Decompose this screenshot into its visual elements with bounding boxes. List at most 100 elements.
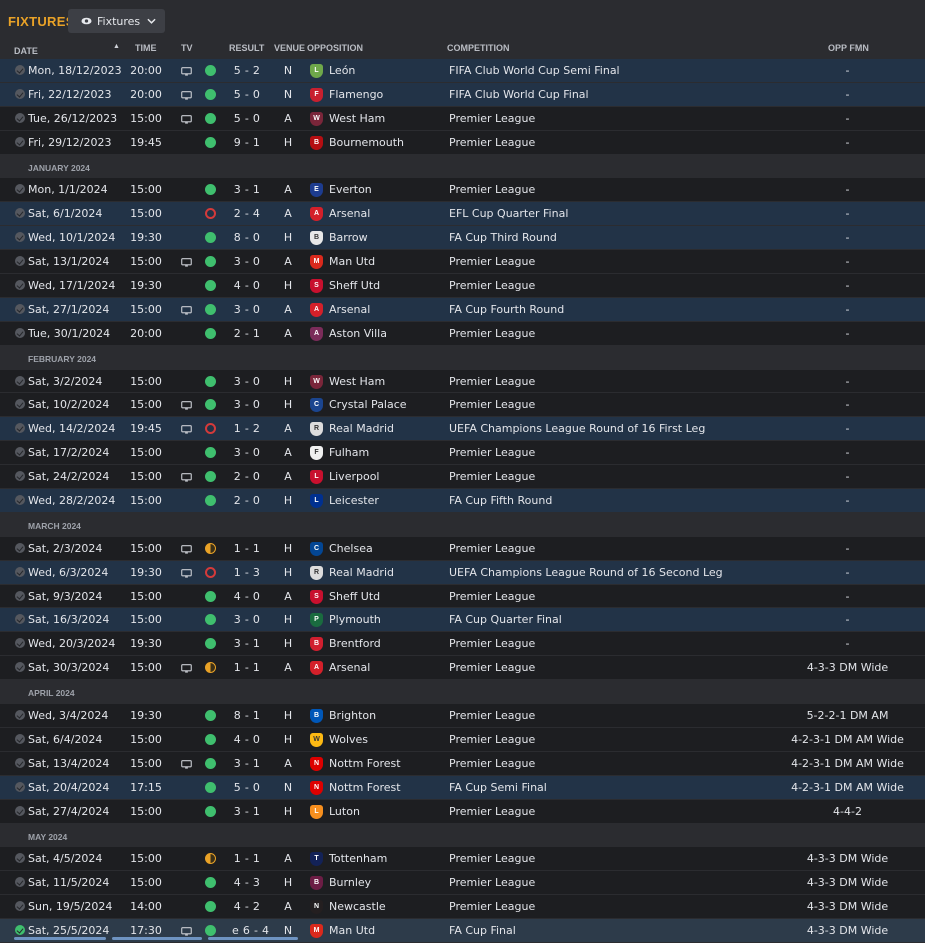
fixture-competition[interactable]: Premier League (449, 709, 535, 722)
fixture-result[interactable]: 2 - 0 (232, 470, 262, 483)
fixture-opposition[interactable]: Leicester (329, 494, 379, 507)
fixture-opposition[interactable]: Arsenal (329, 303, 370, 316)
fixture-row[interactable]: Sat, 13/4/2024 15:00 3 - 1 A N Nottm Forest Pr… (0, 751, 925, 776)
fixture-result[interactable]: 3 - 0 (232, 446, 262, 459)
fixture-row[interactable]: Sat, 11/5/2024 15:00 4 - 3 H B Burnley Premier… (0, 871, 925, 896)
fixture-result[interactable]: 4 - 0 (232, 590, 262, 603)
fixture-opposition[interactable]: Everton (329, 183, 372, 196)
fixture-result[interactable]: 9 - 1 (232, 136, 262, 149)
fixture-competition[interactable]: Premier League (449, 661, 535, 674)
fixture-result[interactable]: 4 - 0 (232, 279, 262, 292)
fixture-row[interactable]: Wed, 3/4/2024 19:30 8 - 1 H B Brighton Premier… (0, 704, 925, 728)
fixture-row[interactable]: Sat, 30/3/2024 15:00 1 - 1 A A Arsenal Premier… (0, 656, 925, 681)
fixture-row[interactable]: Sat, 6/4/2024 15:00 4 - 0 H W Wolves Premier L… (0, 727, 925, 752)
fixture-result[interactable]: 3 - 0 (232, 613, 262, 626)
fixture-result[interactable]: 1 - 1 (232, 852, 262, 865)
fixture-competition[interactable]: Premier League (449, 805, 535, 818)
fixture-result[interactable]: 1 - 3 (232, 566, 262, 579)
fixture-competition[interactable]: Premier League (449, 852, 535, 865)
fixture-row[interactable]: Sat, 27/1/2024 15:00 3 - 0 A A Arsenal FA Cup … (0, 297, 925, 322)
column-header-opp-fmn[interactable]: OPP FMN (828, 43, 869, 53)
fixture-row[interactable]: Wed, 10/1/2024 19:30 8 - 0 H B Barrow FA Cup T… (0, 226, 925, 251)
column-header-opposition[interactable]: OPPOSITION (307, 43, 363, 53)
fixture-result[interactable]: 1 - 1 (232, 661, 262, 674)
fixture-result[interactable]: 1 - 2 (232, 422, 262, 435)
fixture-result[interactable]: 5 - 2 (232, 64, 262, 77)
fixture-row[interactable]: Sat, 20/4/2024 17:15 5 - 0 N N Nottm Forest FA… (0, 775, 925, 800)
fixture-result[interactable]: 8 - 0 (232, 231, 262, 244)
fixture-result[interactable]: 3 - 1 (232, 757, 262, 770)
fixture-opposition[interactable]: Man Utd (329, 924, 375, 937)
fixture-competition[interactable]: FA Cup Fourth Round (449, 303, 564, 316)
fixture-result[interactable]: 2 - 1 (232, 327, 262, 340)
view-dropdown[interactable]: Fixtures (68, 9, 165, 33)
fixture-competition[interactable]: FA Cup Final (449, 924, 516, 937)
fixture-competition[interactable]: Premier League (449, 757, 535, 770)
fixture-result[interactable]: 8 - 1 (232, 709, 262, 722)
fixture-opposition[interactable]: Plymouth (329, 613, 381, 626)
fixture-opposition[interactable]: Sheff Utd (329, 590, 380, 603)
fixture-result[interactable]: e 6 - 4 (232, 924, 269, 937)
fixture-row[interactable]: Wed, 28/2/2024 15:00 2 - 0 H L Leicester FA Cu… (0, 489, 925, 513)
fixture-result[interactable]: 3 - 1 (232, 183, 262, 196)
fixture-row[interactable]: Sat, 13/1/2024 15:00 3 - 0 A M Man Utd Premier… (0, 250, 925, 275)
fixture-competition[interactable]: Premier League (449, 876, 535, 889)
column-header-competition[interactable]: COMPETITION (447, 43, 510, 53)
fixture-competition[interactable]: Premier League (449, 900, 535, 913)
fixture-row[interactable]: Wed, 6/3/2024 19:30 1 - 3 H R Real Madrid UEFA… (0, 560, 925, 585)
fixture-competition[interactable]: Premier League (449, 279, 535, 292)
fixture-competition[interactable]: Premier League (449, 446, 535, 459)
fixture-opposition[interactable]: Real Madrid (329, 566, 394, 579)
fixture-opposition[interactable]: León (329, 64, 355, 77)
fixture-opposition[interactable]: Luton (329, 805, 360, 818)
fixture-competition[interactable]: Premier League (449, 183, 535, 196)
fixture-opposition[interactable]: Tottenham (329, 852, 387, 865)
fixture-competition[interactable]: Premier League (449, 733, 535, 746)
fixture-row[interactable]: Sat, 6/1/2024 15:00 2 - 4 A A Arsenal EFL Cup … (0, 202, 925, 227)
fixture-competition[interactable]: Premier League (449, 375, 535, 388)
column-header-tv[interactable]: TV (181, 43, 193, 53)
fixture-opposition[interactable]: Crystal Palace (329, 398, 407, 411)
fixture-row[interactable]: Mon, 18/12/2023 20:00 5 - 2 N L León FIFA Club… (0, 59, 925, 83)
fixture-row[interactable]: Fri, 22/12/2023 20:00 5 - 0 N F Flamengo FIFA … (0, 82, 925, 107)
fixture-opposition[interactable]: Brighton (329, 709, 376, 722)
fixture-row[interactable]: Wed, 20/3/2024 19:30 3 - 1 H B Brentford Premi… (0, 632, 925, 657)
fixture-competition[interactable]: Premier League (449, 112, 535, 125)
fixture-opposition[interactable]: Wolves (329, 733, 368, 746)
fixture-opposition[interactable]: Flamengo (329, 88, 383, 101)
sort-ascending-icon[interactable]: ▲ (113, 43, 120, 50)
fixture-result[interactable]: 4 - 0 (232, 733, 262, 746)
column-header-venue[interactable]: VENUE (274, 43, 305, 53)
fixture-competition[interactable]: UEFA Champions League Round of 16 Second… (449, 566, 723, 579)
fixture-competition[interactable]: UEFA Champions League Round of 16 First … (449, 422, 705, 435)
fixture-result[interactable]: 3 - 0 (232, 398, 262, 411)
fixture-competition[interactable]: Premier League (449, 590, 535, 603)
fixture-result[interactable]: 5 - 0 (232, 781, 262, 794)
fixture-opposition[interactable]: Burnley (329, 876, 371, 889)
fixture-result[interactable]: 2 - 4 (232, 207, 262, 220)
fixture-competition[interactable]: FA Cup Fifth Round (449, 494, 552, 507)
fixture-opposition[interactable]: Chelsea (329, 542, 373, 555)
fixture-row[interactable]: Sat, 24/2/2024 15:00 2 - 0 A L Liverpool Premi… (0, 465, 925, 490)
fixture-row[interactable]: Sun, 19/5/2024 14:00 4 - 2 A N Newcastle Premi… (0, 895, 925, 920)
fixture-competition[interactable]: Premier League (449, 136, 535, 149)
fixture-competition[interactable]: Premier League (449, 542, 535, 555)
fixture-opposition[interactable]: Barrow (329, 231, 368, 244)
fixture-opposition[interactable]: Bournemouth (329, 136, 404, 149)
fixture-opposition[interactable]: Newcastle (329, 900, 386, 913)
column-header-result[interactable]: RESULT (229, 43, 264, 53)
fixture-result[interactable]: 1 - 1 (232, 542, 262, 555)
fixture-result[interactable]: 3 - 0 (232, 255, 262, 268)
fixture-competition[interactable]: FA Cup Third Round (449, 231, 557, 244)
fixture-result[interactable]: 3 - 1 (232, 805, 262, 818)
fixture-row[interactable]: Fri, 29/12/2023 19:45 9 - 1 H B Bournemouth Pr… (0, 130, 925, 155)
fixture-row[interactable]: Sat, 3/2/2024 15:00 3 - 0 H W West Ham Premier… (0, 369, 925, 394)
fixture-competition[interactable]: FIFA Club World Cup Final (449, 88, 589, 101)
fixture-opposition[interactable]: Arsenal (329, 661, 370, 674)
fixture-result[interactable]: 4 - 3 (232, 876, 262, 889)
fixture-competition[interactable]: FIFA Club World Cup Semi Final (449, 64, 620, 77)
fixture-row[interactable]: Sat, 27/4/2024 15:00 3 - 1 H L Luton Premier L… (0, 799, 925, 824)
fixture-opposition[interactable]: Nottm Forest (329, 781, 401, 794)
fixture-row[interactable]: Sat, 10/2/2024 15:00 3 - 0 H C Crystal Palace… (0, 393, 925, 418)
fixture-row[interactable]: Sat, 17/2/2024 15:00 3 - 0 A F Fulham Premier … (0, 441, 925, 466)
